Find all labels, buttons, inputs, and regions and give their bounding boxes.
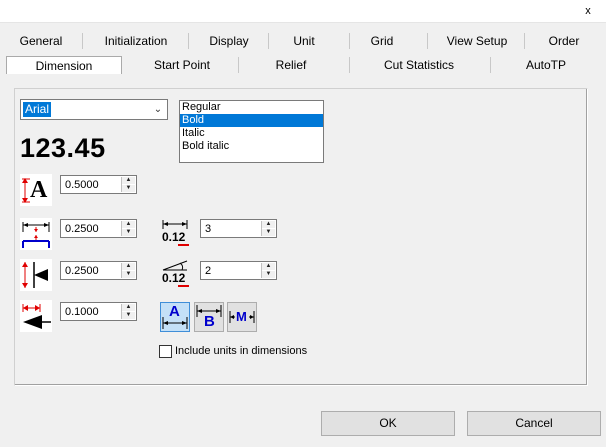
tab-relief[interactable]: Relief <box>244 56 338 74</box>
font-family-value: Arial <box>23 102 52 117</box>
spin-down-icon[interactable]: ▼ <box>262 229 275 236</box>
arrow-size-icon <box>20 300 52 332</box>
btn-b-label: B <box>204 313 215 330</box>
spin-up-icon[interactable]: ▲ <box>122 221 135 228</box>
stepper-buttons: ▲ ▼ <box>121 304 135 319</box>
stepper-buttons: ▲ ▼ <box>121 177 135 192</box>
include-units-label: Include units in dimensions <box>175 345 308 357</box>
tab-order[interactable]: Order <box>530 32 598 50</box>
list-item[interactable]: Italic <box>180 127 323 140</box>
decimal-places-value: 3 <box>205 223 212 235</box>
stepper-buttons: ▲ ▼ <box>121 263 135 278</box>
stepper-buttons: ▲ ▼ <box>121 221 135 236</box>
stepper-buttons: ▲ ▼ <box>261 263 275 278</box>
spin-down-icon[interactable]: ▼ <box>122 229 135 236</box>
chevron-down-icon[interactable]: ⌄ <box>151 103 165 116</box>
spin-up-icon[interactable]: ▲ <box>122 177 135 184</box>
angle-decimal-label: 0.12 <box>162 271 186 285</box>
arrow-size-stepper[interactable]: 0.1000 ▲ ▼ <box>60 302 137 321</box>
title-bar: x <box>0 0 606 23</box>
angle-decimal-value: 2 <box>205 265 212 277</box>
text-height-icon: A <box>20 174 52 206</box>
angle-decimal-icon: 0.12 <box>160 258 192 290</box>
spin-down-icon[interactable]: ▼ <box>122 185 135 192</box>
tab-divider <box>238 57 239 73</box>
text-height-stepper[interactable]: 0.5000 ▲ ▼ <box>60 175 137 194</box>
extension-gap-icon <box>20 218 52 250</box>
tab-divider <box>427 33 428 49</box>
tab-divider <box>82 33 83 49</box>
arrow-size-value: 0.1000 <box>65 306 99 318</box>
tab-divider <box>349 57 350 73</box>
cancel-button[interactable]: Cancel <box>467 411 601 436</box>
arrow-gap-stepper[interactable]: 0.2500 ▲ ▼ <box>60 261 137 280</box>
angle-decimal-stepper[interactable]: 2 ▲ ▼ <box>200 261 277 280</box>
extension-gap-value: 0.2500 <box>65 223 99 235</box>
list-item-selected[interactable]: Bold <box>180 114 323 127</box>
arrow-gap-value: 0.2500 <box>65 265 99 277</box>
btn-a-label: A <box>169 303 180 320</box>
tab-general[interactable]: General <box>8 32 74 50</box>
font-preview: 123.45 <box>20 133 106 163</box>
tab-grid[interactable]: Grid <box>352 32 412 50</box>
close-icon[interactable]: x <box>582 5 594 17</box>
tab-divider <box>524 33 525 49</box>
tab-display[interactable]: Display <box>194 32 264 50</box>
btn-m-label: M <box>236 309 247 324</box>
list-item[interactable]: Regular <box>180 101 323 114</box>
tab-cut-statistics[interactable]: Cut Statistics <box>354 56 484 74</box>
dim-text-below-button[interactable]: B <box>194 302 224 332</box>
include-units-checkbox[interactable] <box>159 345 172 358</box>
spin-down-icon[interactable]: ▼ <box>122 312 135 319</box>
tab-view-setup[interactable]: View Setup <box>432 32 522 50</box>
tab-unit[interactable]: Unit <box>274 32 334 50</box>
tab-divider <box>349 33 350 49</box>
decimal-places-icon: 0.12 <box>160 217 192 249</box>
spin-down-icon[interactable]: ▼ <box>262 271 275 278</box>
decimal-places-stepper[interactable]: 3 ▲ ▼ <box>200 219 277 238</box>
tab-divider <box>490 57 491 73</box>
spin-up-icon[interactable]: ▲ <box>262 221 275 228</box>
dim-text-above-button[interactable]: A <box>160 302 190 332</box>
spin-up-icon[interactable]: ▲ <box>262 263 275 270</box>
spin-up-icon[interactable]: ▲ <box>122 304 135 311</box>
tab-autotp[interactable]: AutoTP <box>496 56 596 74</box>
font-family-dropdown[interactable]: Arial ⌄ <box>20 99 168 120</box>
ok-button[interactable]: OK <box>321 411 455 436</box>
spin-up-icon[interactable]: ▲ <box>122 263 135 270</box>
arrow-gap-icon <box>20 259 52 291</box>
spin-down-icon[interactable]: ▼ <box>122 271 135 278</box>
tab-divider <box>188 33 189 49</box>
list-item[interactable]: Bold italic <box>180 140 323 153</box>
tab-divider <box>268 33 269 49</box>
text-a-glyph: A <box>30 177 48 203</box>
extension-gap-stepper[interactable]: 0.2500 ▲ ▼ <box>60 219 137 238</box>
tab-start-point[interactable]: Start Point <box>130 56 234 74</box>
decimal-label: 0.12 <box>162 230 186 244</box>
stepper-buttons: ▲ ▼ <box>261 221 275 236</box>
dim-text-middle-button[interactable]: M <box>227 302 257 332</box>
text-height-value: 0.5000 <box>65 179 99 191</box>
font-style-list[interactable]: Regular Bold Italic Bold italic <box>179 100 324 163</box>
tab-initialization[interactable]: Initialization <box>88 32 184 50</box>
tab-dimension[interactable]: Dimension <box>6 56 122 74</box>
